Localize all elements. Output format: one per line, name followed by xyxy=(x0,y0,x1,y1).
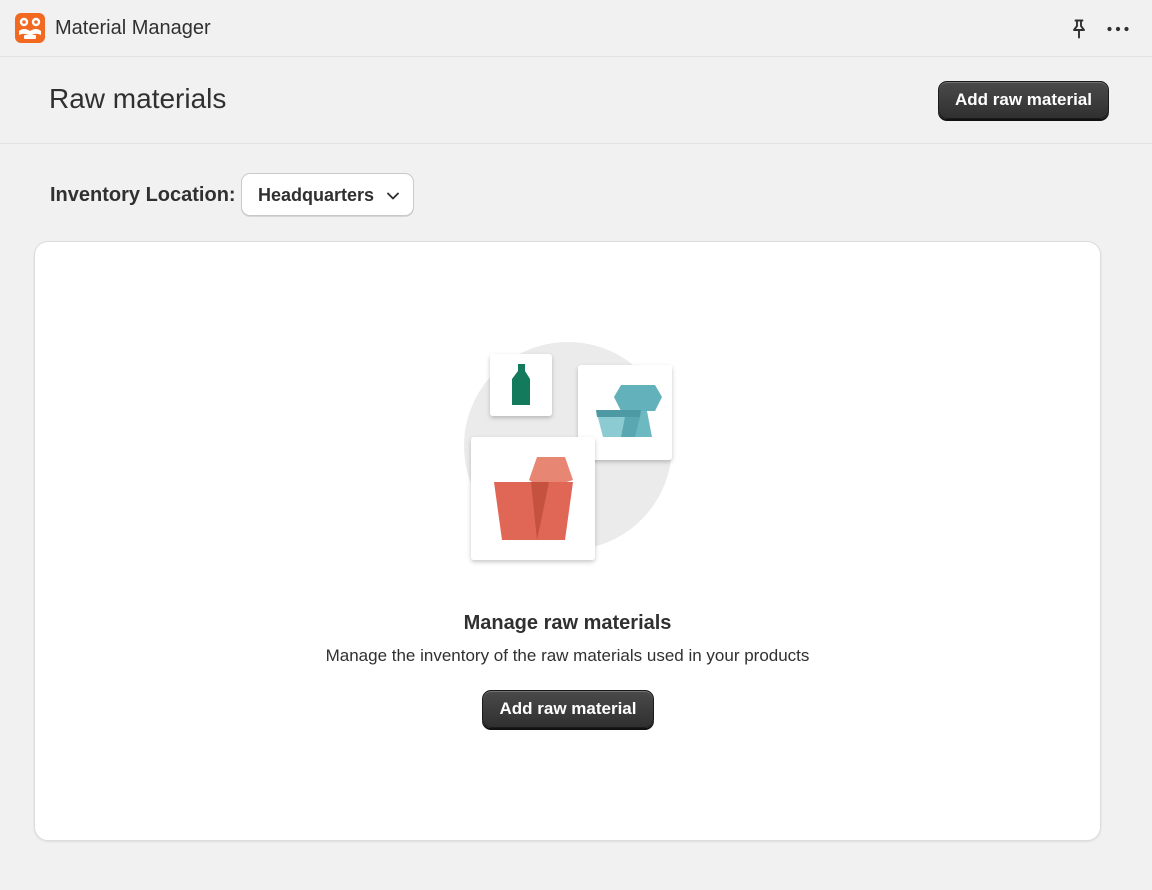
empty-state-description: Manage the inventory of the raw material… xyxy=(325,646,810,665)
chevron-down-icon xyxy=(387,192,399,200)
raw-materials-illustration xyxy=(464,342,672,560)
flower-logo-icon xyxy=(15,13,45,43)
inventory-location-value: Headquarters xyxy=(258,185,375,205)
empty-state-title: Manage raw materials xyxy=(463,612,672,634)
add-raw-material-button[interactable]: Add raw material xyxy=(938,81,1109,119)
more-horizontal-icon[interactable] xyxy=(1105,17,1131,41)
inventory-location-select[interactable]: Headquarters xyxy=(241,173,414,216)
add-raw-material-empty-state-button[interactable]: Add raw material xyxy=(482,690,654,728)
app-title-bar: Material Manager xyxy=(0,0,1152,57)
page-header: Raw materials Add raw material xyxy=(0,57,1152,144)
empty-state-card: Manage raw materials Manage the inventor… xyxy=(34,241,1101,841)
page-title: Raw materials xyxy=(49,83,227,114)
pin-icon[interactable] xyxy=(1067,17,1091,41)
inventory-location-label: Inventory Location: xyxy=(50,184,236,206)
app-title: Material Manager xyxy=(55,17,211,39)
